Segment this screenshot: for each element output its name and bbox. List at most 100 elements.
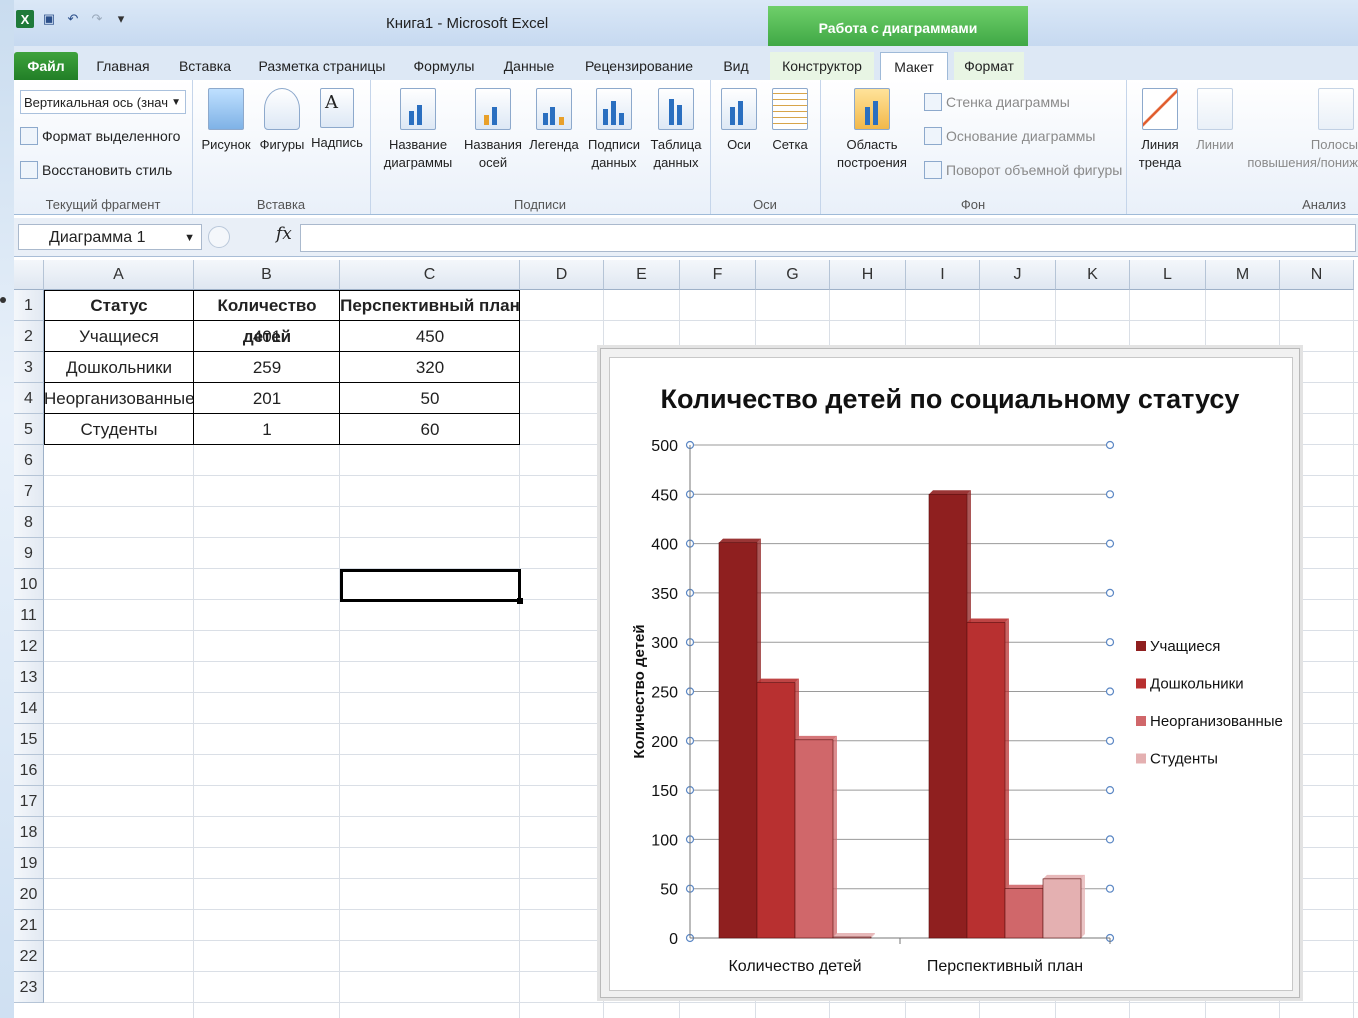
- row-header-7[interactable]: 7: [14, 476, 44, 507]
- bar-top[interactable]: [929, 490, 971, 495]
- row-header-18[interactable]: 18: [14, 817, 44, 848]
- data-table-button[interactable]: Таблица данных: [646, 88, 706, 172]
- insert-picture-button[interactable]: Рисунок: [198, 88, 254, 154]
- legend-swatch[interactable]: [1136, 753, 1146, 764]
- tab-review[interactable]: Рецензирование: [576, 52, 702, 80]
- table-cell[interactable]: 50: [340, 383, 520, 414]
- y-axis-title[interactable]: Количество детей: [631, 624, 648, 758]
- table-cell[interactable]: Учащиеся: [44, 321, 194, 352]
- excel-logo-icon[interactable]: X: [16, 10, 34, 28]
- x-tick-label[interactable]: Перспективный план: [927, 958, 1083, 975]
- row-header-13[interactable]: 13: [14, 662, 44, 693]
- bar-top[interactable]: [1005, 884, 1047, 889]
- table-cell[interactable]: Неорганизованные: [44, 383, 195, 414]
- data-labels-button[interactable]: Подписи данных: [584, 88, 644, 172]
- customize-qat-icon[interactable]: ▾: [112, 10, 130, 28]
- chart-title[interactable]: Количество детей по социальному статусу: [661, 384, 1240, 414]
- row-header-9[interactable]: 9: [14, 538, 44, 569]
- table-header-cell[interactable]: Количество детей: [194, 290, 340, 346]
- bar[interactable]: [966, 622, 1006, 939]
- fx-icon[interactable]: fx: [276, 224, 292, 244]
- axis-tick-marker[interactable]: [1105, 638, 1115, 647]
- save-icon[interactable]: ▣: [40, 10, 58, 28]
- column-header-m[interactable]: M: [1206, 260, 1280, 290]
- axis-tick-marker[interactable]: [1105, 588, 1115, 597]
- table-cell[interactable]: 201: [194, 383, 340, 414]
- column-header-g[interactable]: G: [756, 260, 830, 290]
- chart-floor-button[interactable]: Основание диаграммы: [924, 126, 1095, 146]
- column-header-h[interactable]: H: [830, 260, 906, 290]
- format-selection-button[interactable]: Формат выделенного: [20, 126, 180, 146]
- 3d-rotation-button[interactable]: Поворот объемной фигуры: [924, 160, 1122, 180]
- y-tick-label[interactable]: 100: [651, 832, 678, 849]
- axis-tick-marker[interactable]: [1105, 786, 1115, 795]
- row-header-5[interactable]: 5: [14, 414, 44, 445]
- row-header-17[interactable]: 17: [14, 786, 44, 817]
- y-tick-label[interactable]: 150: [651, 783, 678, 800]
- tab-data[interactable]: Данные: [494, 52, 564, 80]
- row-header-2[interactable]: 2: [14, 321, 44, 352]
- chart-element-selector[interactable]: Вертикальная ось (знач ▼: [20, 90, 186, 114]
- table-cell[interactable]: 401: [194, 321, 340, 352]
- column-header-k[interactable]: K: [1056, 260, 1130, 290]
- formula-input[interactable]: [300, 224, 1356, 252]
- legend-swatch[interactable]: [1136, 641, 1146, 651]
- tab-insert[interactable]: Вставка: [170, 52, 240, 80]
- legend-entry[interactable]: Дошкольники: [1150, 676, 1244, 693]
- bar[interactable]: [832, 936, 872, 939]
- column-header-f[interactable]: F: [680, 260, 756, 290]
- y-tick-label[interactable]: 50: [660, 882, 678, 899]
- bar[interactable]: [756, 682, 796, 939]
- undo-icon[interactable]: ↶: [64, 10, 82, 28]
- table-cell[interactable]: Дошкольники: [44, 352, 194, 383]
- axis-tick-marker[interactable]: [1105, 687, 1115, 696]
- row-header-3[interactable]: 3: [14, 352, 44, 383]
- tab-page-layout[interactable]: Разметка страницы: [254, 52, 390, 80]
- tab-file[interactable]: Файл: [14, 52, 78, 80]
- tab-format[interactable]: Формат: [954, 52, 1024, 80]
- bar[interactable]: [928, 494, 968, 939]
- insert-textbox-button[interactable]: A Надпись: [308, 88, 366, 152]
- plot-area-button[interactable]: Область построения: [824, 88, 920, 172]
- table-cell[interactable]: 1: [194, 414, 340, 445]
- legend-entry[interactable]: Неорганизованные: [1150, 713, 1283, 730]
- axis-tick-marker[interactable]: [1105, 736, 1115, 745]
- chart-wall-button[interactable]: Стенка диаграммы: [924, 92, 1070, 112]
- name-box[interactable]: Диаграмма 1 ▼: [18, 224, 202, 250]
- row-header-4[interactable]: 4: [14, 383, 44, 414]
- y-tick-label[interactable]: 450: [651, 487, 678, 504]
- axis-tick-marker[interactable]: [1105, 884, 1115, 893]
- column-header-b[interactable]: B: [194, 260, 340, 290]
- bar-chart[interactable]: Количество детей по социальному статусу 0…: [610, 358, 1292, 990]
- restore-style-button[interactable]: Восстановить стиль: [20, 160, 172, 180]
- bar-top[interactable]: [967, 618, 1009, 623]
- column-header-l[interactable]: L: [1130, 260, 1206, 290]
- column-header-c[interactable]: C: [340, 260, 520, 290]
- y-tick-label[interactable]: 200: [651, 734, 678, 751]
- row-header-1[interactable]: 1: [14, 290, 44, 321]
- row-header-16[interactable]: 16: [14, 755, 44, 786]
- tab-layout[interactable]: Макет: [880, 52, 948, 81]
- y-tick-label[interactable]: 300: [651, 635, 678, 652]
- x-tick-label[interactable]: Количество детей: [728, 958, 861, 975]
- bar-side[interactable]: [1081, 874, 1085, 938]
- legend-button[interactable]: Легенда: [526, 88, 582, 154]
- bar-top[interactable]: [1043, 874, 1085, 879]
- column-header-a[interactable]: A: [44, 260, 194, 290]
- column-header-j[interactable]: J: [980, 260, 1056, 290]
- axis-tick-marker[interactable]: [1105, 440, 1115, 450]
- row-header-23[interactable]: 23: [14, 972, 44, 1003]
- bar-top[interactable]: [833, 933, 875, 938]
- select-all-corner[interactable]: [14, 260, 44, 290]
- column-header-d[interactable]: D: [520, 260, 604, 290]
- axis-tick-marker[interactable]: [1105, 835, 1115, 844]
- row-header-11[interactable]: 11: [14, 600, 44, 631]
- bar-top[interactable]: [757, 678, 799, 683]
- row-header-6[interactable]: 6: [14, 445, 44, 476]
- active-cell-c10[interactable]: [340, 569, 523, 604]
- trendline-button[interactable]: Линия тренда: [1130, 88, 1190, 172]
- chart-area[interactable]: Количество детей по социальному статусу 0…: [609, 357, 1293, 991]
- row-header-8[interactable]: 8: [14, 507, 44, 538]
- row-header-15[interactable]: 15: [14, 724, 44, 755]
- y-tick-label[interactable]: 350: [651, 586, 678, 603]
